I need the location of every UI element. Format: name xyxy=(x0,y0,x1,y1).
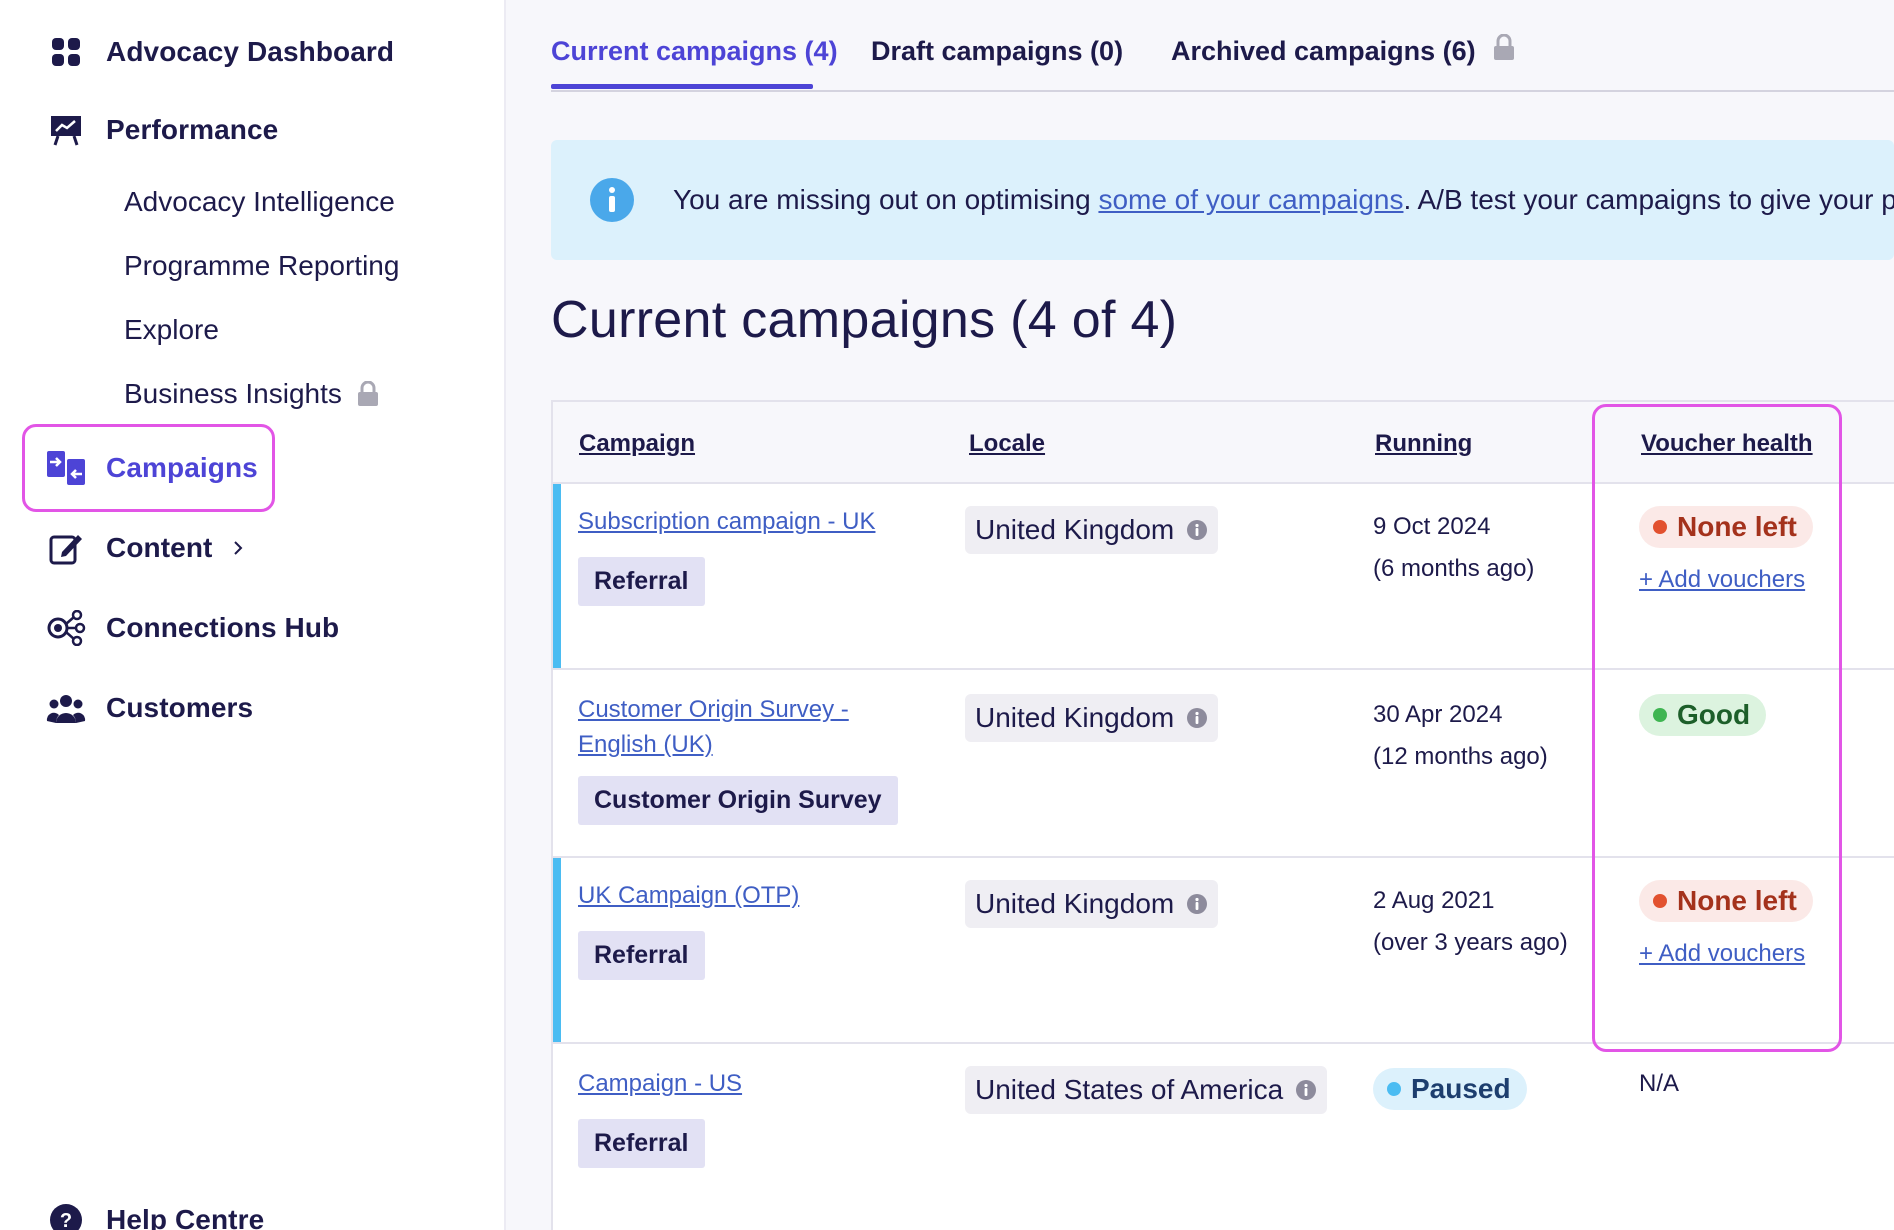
info-small-icon[interactable] xyxy=(1186,519,1208,541)
campaign-name-link[interactable]: Subscription campaign - UK xyxy=(578,504,878,539)
campaign-cell: Customer Origin Survey - English (UK) Cu… xyxy=(578,692,898,825)
locale-chip: United Kingdom xyxy=(965,506,1219,554)
start-date: 9 Oct 2024 xyxy=(1373,513,1491,540)
sidebar-item-label: Performance xyxy=(106,114,279,145)
sidebar-item-label: Content xyxy=(106,532,213,563)
tab-label: Current campaigns (4) xyxy=(551,36,838,66)
row-accent-bar xyxy=(553,484,561,668)
campaigns-arrows-icon xyxy=(44,446,88,490)
chevron-right-icon xyxy=(232,539,244,557)
column-header-campaign[interactable]: Campaign xyxy=(579,430,695,458)
ab-test-info-banner: You are missing out on optimising some o… xyxy=(551,140,1894,260)
info-small-icon[interactable] xyxy=(1186,893,1208,915)
status-badge: Paused xyxy=(1373,1068,1527,1110)
sidebar-item-label: Advocacy Dashboard xyxy=(106,36,395,67)
tab-label: Archived campaigns (6) xyxy=(1171,36,1476,66)
sidebar-item-label: Connections Hub xyxy=(106,612,340,643)
running-cell: Paused xyxy=(1373,1068,1527,1110)
campaign-type-tag: Referral xyxy=(578,1119,705,1168)
status-label: Paused xyxy=(1411,1073,1511,1104)
locale-chip: United States of America xyxy=(965,1066,1328,1114)
voucher-health-cell: N/A xyxy=(1639,1070,1680,1097)
locale-cell: United Kingdom xyxy=(965,694,1219,742)
locale-chip: United Kingdom xyxy=(965,880,1219,928)
subitem-label: Explore xyxy=(124,314,219,345)
campaign-cell: Subscription campaign - UK Referral xyxy=(578,504,878,606)
info-small-icon[interactable] xyxy=(1295,1079,1317,1101)
locale-cell: United States of America xyxy=(965,1066,1328,1114)
campaign-cell: Campaign - US Referral xyxy=(578,1066,878,1168)
column-header-running[interactable]: Running xyxy=(1375,430,1472,458)
sidebar: Advocacy Dashboard Performance Advocacy … xyxy=(0,0,506,1230)
start-date: 30 Apr 2024 xyxy=(1373,701,1503,728)
tab-bar: Current campaigns (4) Draft campaigns (0… xyxy=(551,0,1894,92)
locale-chip: United Kingdom xyxy=(965,694,1219,742)
locale-label: United Kingdom xyxy=(975,888,1175,919)
sidebar-subitem-programme-reporting[interactable]: Programme Reporting xyxy=(124,250,399,282)
edit-icon xyxy=(44,526,88,570)
running-cell: 2 Aug 2021 (over 3 years ago) xyxy=(1373,880,1568,964)
elapsed-time: (6 months ago) xyxy=(1373,555,1535,582)
sidebar-item-help-centre[interactable]: ? Help Centre xyxy=(44,1198,264,1230)
page-title: Current campaigns (4 of 4) xyxy=(551,291,1178,349)
some-campaigns-link[interactable]: some of your campaigns xyxy=(1098,184,1403,215)
voucher-health-highlight-box xyxy=(1592,404,1842,1052)
elapsed-time: (12 months ago) xyxy=(1373,743,1548,770)
campaign-type-tag: Referral xyxy=(578,557,705,606)
sidebar-item-label: Help Centre xyxy=(106,1204,265,1230)
sidebar-subitem-explore[interactable]: Explore xyxy=(124,314,219,346)
help-icon: ? xyxy=(44,1198,88,1230)
banner-text: You are missing out on optimising some o… xyxy=(673,184,1894,216)
sidebar-item-label: Customers xyxy=(106,692,254,723)
locale-cell: United Kingdom xyxy=(965,880,1219,928)
table-row: Campaign - US Referral United States of … xyxy=(553,1044,1894,1230)
subitem-label: Advocacy Intelligence xyxy=(124,186,395,217)
sidebar-item-campaigns[interactable]: Campaigns xyxy=(44,446,258,490)
lock-icon xyxy=(1492,33,1516,62)
svg-text:?: ? xyxy=(60,1210,72,1230)
active-tab-indicator xyxy=(551,84,813,89)
elapsed-time: (over 3 years ago) xyxy=(1373,929,1568,956)
campaign-cell: UK Campaign (OTP) Referral xyxy=(578,878,878,980)
start-date: 2 Aug 2021 xyxy=(1373,887,1495,914)
sidebar-item-content[interactable]: Content xyxy=(44,526,244,570)
lock-icon xyxy=(356,381,380,407)
row-accent-bar xyxy=(553,858,561,1042)
info-small-icon[interactable] xyxy=(1186,707,1208,729)
connections-hub-icon xyxy=(44,606,88,650)
tab-draft-campaigns[interactable]: Draft campaigns (0) xyxy=(871,36,1123,67)
status-dot xyxy=(1387,1082,1401,1096)
sidebar-item-connections-hub[interactable]: Connections Hub xyxy=(44,606,339,650)
tab-label: Draft campaigns (0) xyxy=(871,36,1124,66)
sidebar-subitem-business-insights[interactable]: Business Insights xyxy=(124,378,380,410)
running-cell: 30 Apr 2024 (12 months ago) xyxy=(1373,694,1548,778)
info-icon xyxy=(589,177,635,223)
campaign-name-link[interactable]: Customer Origin Survey - English (UK) xyxy=(578,692,858,762)
banner-text-after: . A/B test your campaigns to give your p xyxy=(1403,184,1894,215)
tab-current-campaigns[interactable]: Current campaigns (4) xyxy=(551,36,838,67)
sidebar-item-customers[interactable]: Customers xyxy=(44,686,253,730)
sidebar-item-performance[interactable]: Performance xyxy=(44,108,278,152)
locale-cell: United Kingdom xyxy=(965,506,1219,554)
dashboard-grid-icon xyxy=(44,30,88,74)
customers-icon xyxy=(44,686,88,730)
subitem-label: Programme Reporting xyxy=(124,250,400,281)
main-content: Current campaigns (4) Draft campaigns (0… xyxy=(508,0,1894,1230)
presentation-chart-icon xyxy=(44,108,88,152)
campaign-name-link[interactable]: Campaign - US xyxy=(578,1066,878,1101)
locale-label: United States of America xyxy=(975,1074,1284,1105)
campaign-type-tag: Customer Origin Survey xyxy=(578,776,898,825)
sidebar-item-label: Campaigns xyxy=(106,452,258,483)
campaign-type-tag: Referral xyxy=(578,931,705,980)
column-header-locale[interactable]: Locale xyxy=(969,430,1045,458)
tab-archived-campaigns[interactable]: Archived campaigns (6) xyxy=(1171,33,1516,67)
subitem-label: Business Insights xyxy=(124,378,342,409)
banner-text-before: You are missing out on optimising xyxy=(673,184,1099,215)
sidebar-item-advocacy-dashboard[interactable]: Advocacy Dashboard xyxy=(44,30,394,74)
locale-label: United Kingdom xyxy=(975,702,1175,733)
sidebar-subitem-advocacy-intelligence[interactable]: Advocacy Intelligence xyxy=(124,186,395,218)
locale-label: United Kingdom xyxy=(975,514,1175,545)
running-cell: 9 Oct 2024 (6 months ago) xyxy=(1373,506,1534,590)
campaign-name-link[interactable]: UK Campaign (OTP) xyxy=(578,878,878,913)
